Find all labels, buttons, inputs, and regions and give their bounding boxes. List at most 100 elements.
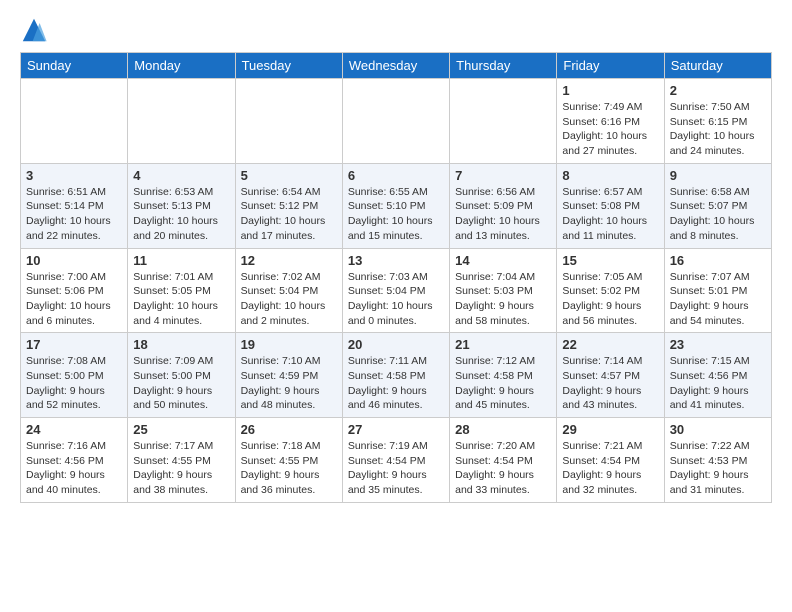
day-info: Sunrise: 7:17 AM Sunset: 4:55 PM Dayligh… — [133, 439, 229, 498]
calendar-cell: 3 Sunrise: 6:51 AM Sunset: 5:14 PM Daylig… — [21, 163, 128, 248]
day-info: Sunrise: 7:19 AM Sunset: 4:54 PM Dayligh… — [348, 439, 444, 498]
day-info: Sunrise: 7:09 AM Sunset: 5:00 PM Dayligh… — [133, 354, 229, 413]
day-info: Sunrise: 7:03 AM Sunset: 5:04 PM Dayligh… — [348, 270, 444, 329]
day-number: 22 — [562, 337, 658, 352]
day-info: Sunrise: 7:15 AM Sunset: 4:56 PM Dayligh… — [670, 354, 766, 413]
day-info: Sunrise: 6:58 AM Sunset: 5:07 PM Dayligh… — [670, 185, 766, 244]
day-info: Sunrise: 7:05 AM Sunset: 5:02 PM Dayligh… — [562, 270, 658, 329]
day-number: 14 — [455, 253, 551, 268]
calendar-cell: 19 Sunrise: 7:10 AM Sunset: 4:59 PM Dayli… — [235, 333, 342, 418]
calendar-cell: 16 Sunrise: 7:07 AM Sunset: 5:01 PM Dayli… — [664, 248, 771, 333]
calendar-cell — [21, 79, 128, 164]
week-row: 10 Sunrise: 7:00 AM Sunset: 5:06 PM Dayli… — [21, 248, 772, 333]
day-info: Sunrise: 6:51 AM Sunset: 5:14 PM Dayligh… — [26, 185, 122, 244]
calendar-cell: 7Sunrise: 6:56 AM Sunset: 5:09 PM Daylig… — [450, 163, 557, 248]
day-info: Sunrise: 7:22 AM Sunset: 4:53 PM Dayligh… — [670, 439, 766, 498]
day-number: 13 — [348, 253, 444, 268]
day-number: 16 — [670, 253, 766, 268]
calendar-cell: 23 Sunrise: 7:15 AM Sunset: 4:56 PM Dayli… — [664, 333, 771, 418]
day-number: 2 — [670, 83, 766, 98]
day-info: Sunrise: 7:18 AM Sunset: 4:55 PM Dayligh… — [241, 439, 337, 498]
day-number: 27 — [348, 422, 444, 437]
calendar-cell: 13 Sunrise: 7:03 AM Sunset: 5:04 PM Dayli… — [342, 248, 449, 333]
day-number: 11 — [133, 253, 229, 268]
day-info: Sunrise: 6:55 AM Sunset: 5:10 PM Dayligh… — [348, 185, 444, 244]
calendar-cell — [128, 79, 235, 164]
calendar-cell — [450, 79, 557, 164]
calendar-cell — [235, 79, 342, 164]
calendar-cell: 8Sunrise: 6:57 AM Sunset: 5:08 PM Daylig… — [557, 163, 664, 248]
day-info: Sunrise: 7:50 AM Sunset: 6:15 PM Dayligh… — [670, 100, 766, 159]
weekday-header: Wednesday — [342, 53, 449, 79]
week-row: 24 Sunrise: 7:16 AM Sunset: 4:56 PM Dayli… — [21, 418, 772, 503]
day-number: 25 — [133, 422, 229, 437]
weekday-header: Friday — [557, 53, 664, 79]
calendar-cell: 21 Sunrise: 7:12 AM Sunset: 4:58 PM Dayli… — [450, 333, 557, 418]
day-number: 23 — [670, 337, 766, 352]
week-row: 1 Sunrise: 7:49 AM Sunset: 6:16 PM Daylig… — [21, 79, 772, 164]
day-info: Sunrise: 7:07 AM Sunset: 5:01 PM Dayligh… — [670, 270, 766, 329]
calendar-cell: 28Sunrise: 7:20 AM Sunset: 4:54 PM Dayli… — [450, 418, 557, 503]
day-info: Sunrise: 7:08 AM Sunset: 5:00 PM Dayligh… — [26, 354, 122, 413]
calendar-cell: 26 Sunrise: 7:18 AM Sunset: 4:55 PM Dayli… — [235, 418, 342, 503]
calendar-cell: 24 Sunrise: 7:16 AM Sunset: 4:56 PM Dayli… — [21, 418, 128, 503]
day-number: 21 — [455, 337, 551, 352]
week-row: 3 Sunrise: 6:51 AM Sunset: 5:14 PM Daylig… — [21, 163, 772, 248]
calendar-cell: 11Sunrise: 7:01 AM Sunset: 5:05 PM Dayli… — [128, 248, 235, 333]
calendar-header: SundayMondayTuesdayWednesdayThursdayFrid… — [21, 53, 772, 79]
calendar-cell: 22 Sunrise: 7:14 AM Sunset: 4:57 PM Dayli… — [557, 333, 664, 418]
week-row: 17 Sunrise: 7:08 AM Sunset: 5:00 PM Dayli… — [21, 333, 772, 418]
day-number: 20 — [348, 337, 444, 352]
calendar-cell: 10 Sunrise: 7:00 AM Sunset: 5:06 PM Dayli… — [21, 248, 128, 333]
day-number: 17 — [26, 337, 122, 352]
calendar-cell: 9 Sunrise: 6:58 AM Sunset: 5:07 PM Daylig… — [664, 163, 771, 248]
calendar-cell: 6 Sunrise: 6:55 AM Sunset: 5:10 PM Daylig… — [342, 163, 449, 248]
day-number: 8 — [562, 168, 658, 183]
day-number: 1 — [562, 83, 658, 98]
day-info: Sunrise: 7:16 AM Sunset: 4:56 PM Dayligh… — [26, 439, 122, 498]
day-number: 19 — [241, 337, 337, 352]
calendar-cell: 1 Sunrise: 7:49 AM Sunset: 6:16 PM Daylig… — [557, 79, 664, 164]
weekday-header-row: SundayMondayTuesdayWednesdayThursdayFrid… — [21, 53, 772, 79]
calendar-cell: 15 Sunrise: 7:05 AM Sunset: 5:02 PM Dayli… — [557, 248, 664, 333]
day-number: 28 — [455, 422, 551, 437]
day-info: Sunrise: 7:10 AM Sunset: 4:59 PM Dayligh… — [241, 354, 337, 413]
day-info: Sunrise: 6:54 AM Sunset: 5:12 PM Dayligh… — [241, 185, 337, 244]
day-info: Sunrise: 6:56 AM Sunset: 5:09 PM Dayligh… — [455, 185, 551, 244]
weekday-header: Thursday — [450, 53, 557, 79]
day-number: 4 — [133, 168, 229, 183]
logo-icon — [20, 16, 48, 44]
logo — [20, 16, 52, 44]
day-number: 29 — [562, 422, 658, 437]
day-info: Sunrise: 7:00 AM Sunset: 5:06 PM Dayligh… — [26, 270, 122, 329]
day-info: Sunrise: 7:49 AM Sunset: 6:16 PM Dayligh… — [562, 100, 658, 159]
calendar-cell: 5Sunrise: 6:54 AM Sunset: 5:12 PM Daylig… — [235, 163, 342, 248]
day-number: 18 — [133, 337, 229, 352]
calendar-body: 1 Sunrise: 7:49 AM Sunset: 6:16 PM Daylig… — [21, 79, 772, 503]
day-number: 6 — [348, 168, 444, 183]
weekday-header: Tuesday — [235, 53, 342, 79]
day-number: 24 — [26, 422, 122, 437]
day-info: Sunrise: 7:04 AM Sunset: 5:03 PM Dayligh… — [455, 270, 551, 329]
calendar-cell: 4 Sunrise: 6:53 AM Sunset: 5:13 PM Daylig… — [128, 163, 235, 248]
calendar-cell: 2 Sunrise: 7:50 AM Sunset: 6:15 PM Daylig… — [664, 79, 771, 164]
day-info: Sunrise: 7:21 AM Sunset: 4:54 PM Dayligh… — [562, 439, 658, 498]
day-info: Sunrise: 7:12 AM Sunset: 4:58 PM Dayligh… — [455, 354, 551, 413]
calendar-cell: 29 Sunrise: 7:21 AM Sunset: 4:54 PM Dayli… — [557, 418, 664, 503]
calendar-cell: 12Sunrise: 7:02 AM Sunset: 5:04 PM Dayli… — [235, 248, 342, 333]
weekday-header: Saturday — [664, 53, 771, 79]
day-number: 9 — [670, 168, 766, 183]
day-info: Sunrise: 6:53 AM Sunset: 5:13 PM Dayligh… — [133, 185, 229, 244]
calendar-cell: 27 Sunrise: 7:19 AM Sunset: 4:54 PM Dayli… — [342, 418, 449, 503]
calendar-table: SundayMondayTuesdayWednesdayThursdayFrid… — [20, 52, 772, 503]
day-info: Sunrise: 7:02 AM Sunset: 5:04 PM Dayligh… — [241, 270, 337, 329]
day-number: 3 — [26, 168, 122, 183]
day-number: 10 — [26, 253, 122, 268]
weekday-header: Sunday — [21, 53, 128, 79]
day-number: 26 — [241, 422, 337, 437]
day-number: 15 — [562, 253, 658, 268]
calendar-cell: 30Sunrise: 7:22 AM Sunset: 4:53 PM Dayli… — [664, 418, 771, 503]
calendar-cell: 20Sunrise: 7:11 AM Sunset: 4:58 PM Dayli… — [342, 333, 449, 418]
weekday-header: Monday — [128, 53, 235, 79]
day-info: Sunrise: 7:14 AM Sunset: 4:57 PM Dayligh… — [562, 354, 658, 413]
